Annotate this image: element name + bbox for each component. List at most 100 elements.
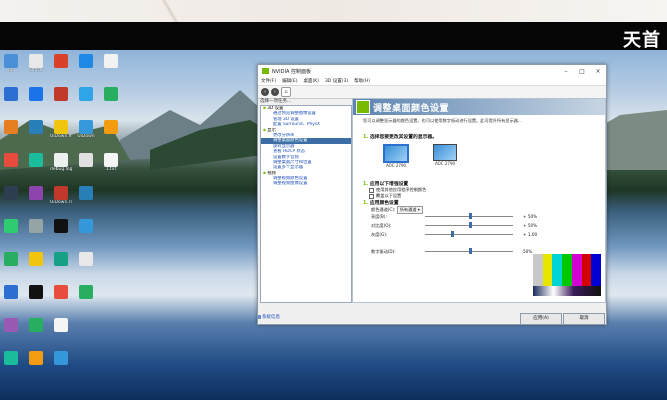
slider-label: 灰度(G): <box>371 232 388 237</box>
desktop-icon[interactable] <box>25 351 47 365</box>
app-icon <box>4 252 18 266</box>
desktop-icon[interactable] <box>25 252 47 266</box>
app-icon <box>79 153 93 167</box>
app-icon <box>29 186 43 200</box>
menu-3d-settings[interactable]: 3D 设置(3) <box>325 78 348 84</box>
menu-file[interactable]: 文件(F) <box>261 78 276 84</box>
desktop-icon[interactable]: bb <box>0 54 22 73</box>
app-icon <box>54 285 68 299</box>
desktop-icon[interactable] <box>100 120 122 134</box>
desktop-icon[interactable] <box>50 219 72 233</box>
maximize-button[interactable]: □ <box>574 68 590 75</box>
desktop-icon[interactable] <box>75 153 97 167</box>
menu-desktop[interactable]: 桌面(K) <box>303 78 318 84</box>
app-icon <box>79 54 93 68</box>
desktop-icon[interactable] <box>25 186 47 200</box>
desktop-icon[interactable] <box>25 120 47 134</box>
desktop-icon[interactable] <box>25 87 47 101</box>
app-icon <box>4 285 18 299</box>
desktop-icon[interactable] <box>0 186 22 200</box>
desktop-icon[interactable] <box>25 318 47 332</box>
desktop-icon[interactable]: UiDown <box>75 120 97 139</box>
slider-row: 灰度(G): + 1.00 <box>353 230 605 239</box>
desktop-icon[interactable]: Office <box>25 54 47 73</box>
desktop-icon[interactable]: 1.txt <box>100 153 122 172</box>
desktop-icon[interactable]: UiDown.exe <box>50 120 72 139</box>
menu-help[interactable]: 帮助(H) <box>354 78 370 84</box>
system-info-link[interactable]: 系统信息 <box>262 314 280 320</box>
desktop-icon[interactable] <box>75 87 97 101</box>
brand-logo: 天首 <box>623 30 661 51</box>
task-tree: 3D 设置通过预览调整图像设置管理 3D 设置配置 Surround、PhysX… <box>260 105 352 303</box>
desktop-icon[interactable] <box>0 153 22 167</box>
slider-label: 数字振动(D): <box>371 249 396 254</box>
display-selector: AOC 2790 AOC 2790 <box>353 140 605 180</box>
desktop-icon[interactable] <box>75 285 97 299</box>
back-icon[interactable]: ‹ <box>261 88 269 96</box>
slider-thumb[interactable] <box>451 231 455 237</box>
desktop-icon[interactable] <box>0 318 22 332</box>
color-bar <box>552 254 563 286</box>
app-icon <box>29 54 43 68</box>
desktop-icon[interactable] <box>100 87 122 101</box>
slider-thumb[interactable] <box>469 213 472 219</box>
section-enhancement: 应用以下增强设置 <box>353 180 605 187</box>
desktop-icon[interactable] <box>75 54 97 68</box>
slider-thumb[interactable] <box>469 248 472 254</box>
section-color-settings: 应用颜色设置 <box>353 199 605 206</box>
app-icon <box>54 87 68 101</box>
desktop-icon[interactable] <box>25 153 47 167</box>
desktop-icon[interactable] <box>75 186 97 200</box>
desktop-icon-label: 1.txt <box>105 167 117 172</box>
apply-button[interactable]: 应用(A) <box>520 313 562 324</box>
desktop-icon[interactable] <box>25 219 47 233</box>
desktop-icon[interactable] <box>50 318 72 332</box>
menu-edit[interactable]: 编辑(E) <box>282 78 297 84</box>
desktop-icon[interactable] <box>100 54 122 68</box>
display-option-2[interactable]: AOC 2790 <box>433 144 457 166</box>
close-button[interactable]: × <box>590 68 606 75</box>
app-icon <box>4 219 18 233</box>
title-bar[interactable]: NVIDIA 控制面板 – □ × <box>258 65 606 77</box>
desktop-icon[interactable] <box>0 87 22 101</box>
app-icon <box>4 54 18 68</box>
tree-item[interactable]: 调整视频图像设置 <box>261 181 351 186</box>
minimize-button[interactable]: – <box>558 68 574 75</box>
color-bar <box>591 254 602 286</box>
desktop-icon-label: UiDown.exe <box>50 134 72 139</box>
desktop-icon[interactable] <box>75 219 97 233</box>
settings-panel: 调整桌面颜色设置 您可以调整显示器的颜色设置，也可以使用数字振动进行设置。此可提… <box>352 98 606 303</box>
slider-value: + 50% <box>523 223 538 228</box>
page-description: 您可以调整显示器的颜色设置，也可以使用数字振动进行设置。此可提升所有显示器... <box>363 118 522 123</box>
desktop-icon[interactable] <box>50 285 72 299</box>
desktop-icon[interactable] <box>50 252 72 266</box>
slider-track[interactable] <box>425 234 513 235</box>
desktop-icon[interactable] <box>50 54 72 68</box>
display-label: AOC 2790 <box>434 161 456 166</box>
desktop-icon[interactable] <box>0 252 22 266</box>
desktop-icon[interactable] <box>50 87 72 101</box>
desktop-icon[interactable] <box>0 120 22 134</box>
app-icon <box>79 186 93 200</box>
color-test-pattern <box>533 254 602 296</box>
slider-thumb[interactable] <box>469 222 472 228</box>
desktop-icon[interactable]: debug.log <box>50 153 72 172</box>
app-icon <box>104 153 118 167</box>
forward-icon[interactable]: › <box>271 88 279 96</box>
display-option-1[interactable]: AOC 2790 <box>383 144 409 168</box>
desktop-icon[interactable] <box>50 351 72 365</box>
app-icon <box>54 351 68 365</box>
page-header: 调整桌面颜色设置 <box>353 99 605 115</box>
cancel-button[interactable]: 取消 <box>563 313 605 324</box>
menu-bar: 文件(F) 编辑(E) 桌面(K) 3D 设置(3) 帮助(H) <box>258 77 606 86</box>
monitor-icon <box>383 144 409 163</box>
desktop-icon-label: bb <box>8 68 14 73</box>
desktop-icon[interactable] <box>0 219 22 233</box>
desktop-icon[interactable] <box>0 285 22 299</box>
desktop-icon[interactable] <box>0 351 22 365</box>
desktop-icon[interactable]: UiDown.rar <box>50 186 72 205</box>
desktop-icon-label: Office <box>29 68 43 73</box>
home-icon[interactable]: ⌂ <box>281 87 291 97</box>
desktop-icon[interactable] <box>25 285 47 299</box>
desktop-icon[interactable] <box>75 252 97 266</box>
